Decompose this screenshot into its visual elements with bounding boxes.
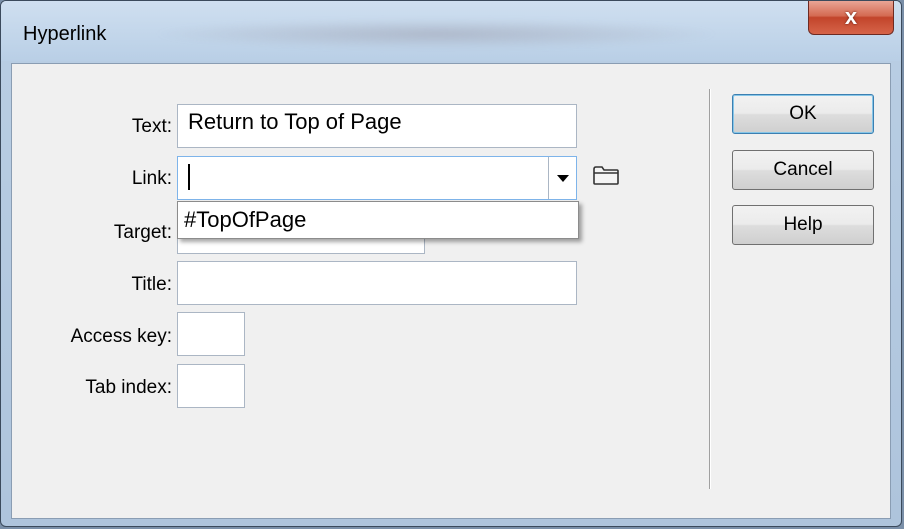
link-combobox[interactable] — [177, 156, 577, 200]
title-input[interactable] — [177, 261, 577, 305]
link-dropdown-button[interactable] — [548, 157, 576, 199]
dialog-title: Hyperlink — [23, 23, 107, 45]
access-key-input[interactable] — [177, 312, 245, 356]
link-label: Link: — [131, 168, 172, 189]
close-button[interactable]: x — [808, 1, 894, 35]
folder-icon[interactable] — [592, 164, 620, 186]
ok-button[interactable]: OK — [732, 94, 874, 134]
target-label: Target: — [113, 222, 172, 243]
vertical-divider — [709, 89, 711, 489]
dialog-body: Text: Return to Top of Page Link: Target… — [11, 63, 891, 519]
text-input[interactable]: Return to Top of Page — [177, 104, 577, 148]
title-label: Title: — [131, 274, 172, 295]
blurred-background-text — [151, 19, 721, 49]
access-key-label: Access key: — [70, 326, 172, 347]
help-button[interactable]: Help — [732, 205, 874, 245]
link-suggestion-item[interactable]: #TopOfPage — [184, 207, 306, 233]
tab-index-label: Tab index: — [85, 377, 172, 398]
chevron-down-icon — [557, 175, 569, 182]
hyperlink-dialog: Hyperlink x Text: Return to Top of Page … — [0, 0, 902, 527]
tab-index-input[interactable] — [177, 364, 245, 408]
close-icon: x — [844, 4, 858, 29]
link-suggestion-list: #TopOfPage — [177, 201, 579, 239]
title-bar[interactable]: Hyperlink — [1, 1, 901, 61]
text-label: Text: — [131, 116, 172, 137]
text-input-value: Return to Top of Page — [188, 109, 402, 134]
cancel-button[interactable]: Cancel — [732, 150, 874, 190]
text-caret — [188, 164, 190, 190]
